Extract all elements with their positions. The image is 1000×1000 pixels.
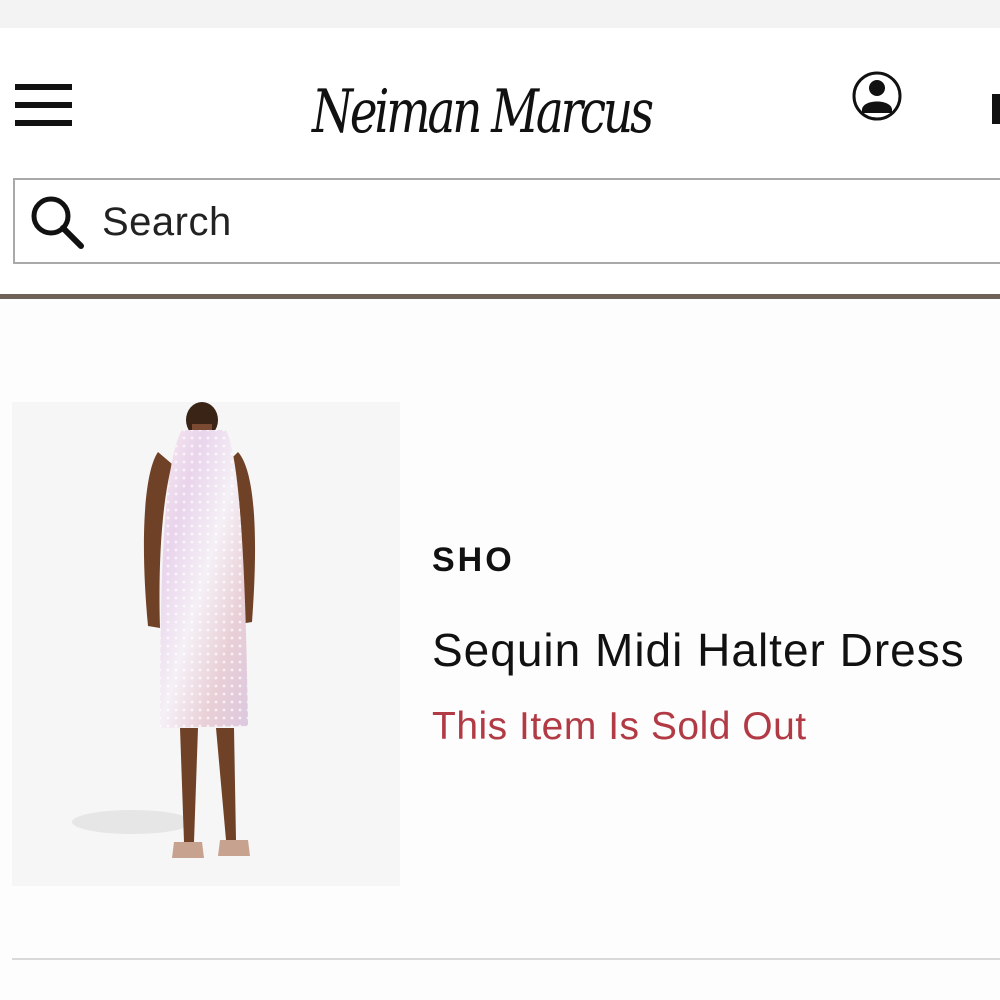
product-image[interactable] <box>12 402 400 886</box>
shopping-bag-icon[interactable] <box>992 94 1000 124</box>
product-brand[interactable]: SHO <box>432 540 515 580</box>
neiman-marcus-logo[interactable]: Neiman Marcus <box>312 68 654 156</box>
product-name[interactable]: Sequin Midi Halter Dress <box>432 622 965 678</box>
top-status-strip <box>0 0 1000 28</box>
account-icon[interactable] <box>851 70 903 122</box>
menu-line <box>15 120 72 126</box>
section-divider <box>12 958 1000 960</box>
product-page: Neiman Marcus Search SHO Sequin Midi Hal… <box>0 0 1000 1000</box>
search-placeholder: Search <box>102 200 232 244</box>
sold-out-status: This Item Is Sold Out <box>432 705 807 748</box>
hamburger-menu-icon[interactable] <box>15 84 73 128</box>
dress-image <box>12 402 400 886</box>
search-icon[interactable] <box>29 194 85 250</box>
header-divider <box>0 294 1000 299</box>
search-input[interactable]: Search <box>13 178 1000 264</box>
menu-line <box>15 84 72 90</box>
menu-line <box>15 102 72 108</box>
site-header: Neiman Marcus Search <box>0 28 1000 298</box>
